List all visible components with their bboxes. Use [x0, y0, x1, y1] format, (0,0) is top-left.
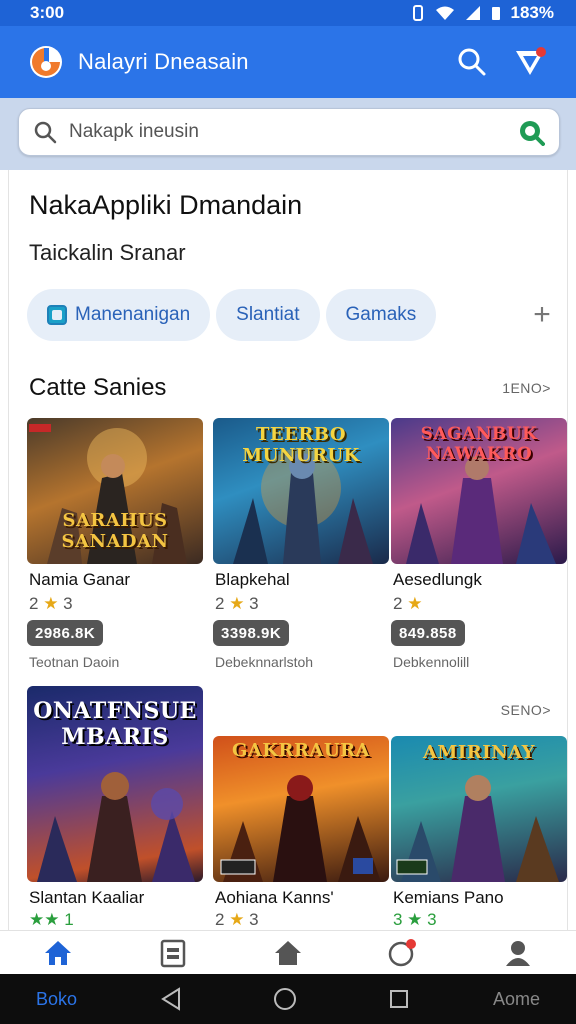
game-rating: 3 ★ 3: [393, 910, 437, 929]
game-rating: 2 ★: [393, 594, 423, 613]
back-button[interactable]: [151, 979, 191, 1019]
page-title: NakaAppliki Dmandain: [29, 190, 303, 220]
game-cover: AMIRINAY: [391, 736, 567, 882]
cover-title: ONATFNSUE MBARIS: [33, 698, 197, 750]
status-icons: 183%: [411, 3, 554, 23]
system-nav-left-label[interactable]: Boko: [36, 989, 77, 1010]
system-nav-right-label[interactable]: Aome: [493, 989, 540, 1010]
game-rating: 2 ★ 3: [215, 594, 259, 613]
cover-title: TEERBO MUNURUK: [242, 424, 360, 466]
price-badge: 849.858: [391, 620, 465, 646]
recents-button[interactable]: [379, 979, 419, 1019]
battery-icon: [491, 7, 500, 20]
home-icon: [44, 940, 71, 965]
game-name: Blapkehal: [215, 570, 290, 589]
search-area: [0, 98, 576, 170]
chip-category-3[interactable]: Gamaks: [325, 289, 437, 341]
chip-label: Gamaks: [345, 304, 417, 325]
system-nav-bar: Boko Aome: [0, 974, 576, 1024]
game-rating: 2 ★ 3: [215, 910, 259, 929]
nav-store[interactable]: [258, 931, 318, 975]
game-developer: Debeknnarlstoh: [215, 654, 314, 670]
chip-label: Manenanigan: [75, 304, 191, 325]
chip-category-1[interactable]: Manenanigan: [27, 289, 211, 341]
game-cover: ONATFNSUE MBARIS: [27, 686, 203, 882]
app-title: Nalayri Dneasain: [78, 49, 249, 74]
bottom-nav: [0, 930, 576, 974]
game-card[interactable]: SAGANBUK NAWAKRO Aesedlungk 2 ★ 849.858 …: [391, 418, 567, 678]
game-cover: GAKRRAURA: [213, 736, 389, 882]
search-icon: [34, 121, 57, 144]
home-circle-icon: [274, 988, 296, 1010]
game-cover: SARAHUS SANADAN: [27, 418, 203, 564]
cover-title: AMIRINAY: [422, 742, 536, 763]
nav-profile[interactable]: [488, 931, 548, 975]
battery-percent: 183%: [510, 3, 554, 22]
see-more-link[interactable]: 1ENO>: [502, 380, 551, 396]
cover-title: GAKRRAURA: [232, 740, 370, 761]
voice-search-icon[interactable]: [517, 118, 545, 146]
profile-icon: [506, 940, 531, 966]
signal-icon: [465, 6, 480, 20]
game-rating: 2 ★ 3: [29, 594, 73, 613]
search-icon: [458, 48, 486, 76]
app-bar: Nalayri Dneasain: [0, 26, 576, 98]
game-name: Aohiana Kanns': [215, 888, 334, 907]
price-badge: 3398.9K: [213, 620, 290, 646]
chip-label: Slantiat: [236, 304, 300, 325]
nav-notifications[interactable]: [373, 931, 433, 975]
notifications-icon: [388, 938, 417, 966]
game-name: Namia Ganar: [29, 570, 131, 589]
recents-square-icon: [389, 990, 408, 1008]
notification-bell-icon: [516, 47, 546, 75]
game-card[interactable]: SARAHUS SANADAN Namia Ganar 2 ★ 3 2986.8…: [27, 418, 203, 678]
game-cover: SAGANBUK NAWAKRO: [391, 418, 567, 564]
store-icon: [274, 940, 301, 965]
price-badge: 2986.8K: [27, 620, 104, 646]
see-more-link[interactable]: SENO>: [501, 702, 551, 718]
search-box[interactable]: [18, 108, 560, 156]
game-card[interactable]: ONATFNSUE MBARIS Slantan Kaaliar ★★ 1: [27, 686, 203, 930]
main-content: NakaAppliki Dmandain Taickalin Sranar Ma…: [8, 170, 568, 930]
nav-calendar[interactable]: [143, 931, 203, 975]
notifications-button[interactable]: [510, 42, 550, 82]
game-card[interactable]: GAKRRAURA Aohiana Kanns' 2 ★ 3: [213, 736, 389, 930]
search-input[interactable]: [69, 121, 517, 143]
nav-home[interactable]: [28, 931, 88, 975]
game-card[interactable]: TEERBO MUNURUK Blapkehal 2 ★ 3 3398.9K D…: [213, 418, 389, 678]
category-chips: Manenanigan Slantiat Gamaks +: [27, 288, 557, 342]
cover-title: SAGANBUK NAWAKRO: [420, 424, 538, 464]
app-logo-icon: [30, 46, 62, 78]
game-name: Kemians Pano: [393, 888, 504, 907]
cover-title: SARAHUS SANADAN: [61, 510, 169, 552]
back-triangle-icon: [161, 987, 181, 1011]
game-rating: ★★ 1: [29, 910, 74, 929]
status-bar: 3:00 183%: [0, 0, 576, 26]
add-category-button[interactable]: +: [527, 298, 557, 332]
home-system-button[interactable]: [265, 979, 305, 1019]
search-button[interactable]: [452, 42, 492, 82]
status-time: 3:00: [30, 3, 65, 22]
page-subtitle: Taickalin Sranar: [29, 240, 186, 265]
game-developer: Teotnan Daoin: [29, 654, 120, 670]
vibrate-icon: [412, 5, 423, 21]
game-name: Aesedlungk: [393, 570, 482, 589]
section-title: Catte Sanies: [29, 374, 167, 401]
calendar-icon: [160, 939, 186, 967]
chip-category-2[interactable]: Slantiat: [216, 289, 320, 341]
game-cover: TEERBO MUNURUK: [213, 418, 389, 564]
game-developer: Debkennolill: [393, 654, 470, 670]
wifi-icon: [435, 6, 454, 20]
game-card[interactable]: AMIRINAY Kemians Pano 3 ★ 3: [391, 736, 567, 930]
game-name: Slantan Kaaliar: [29, 888, 145, 907]
category-icon: [47, 305, 67, 325]
